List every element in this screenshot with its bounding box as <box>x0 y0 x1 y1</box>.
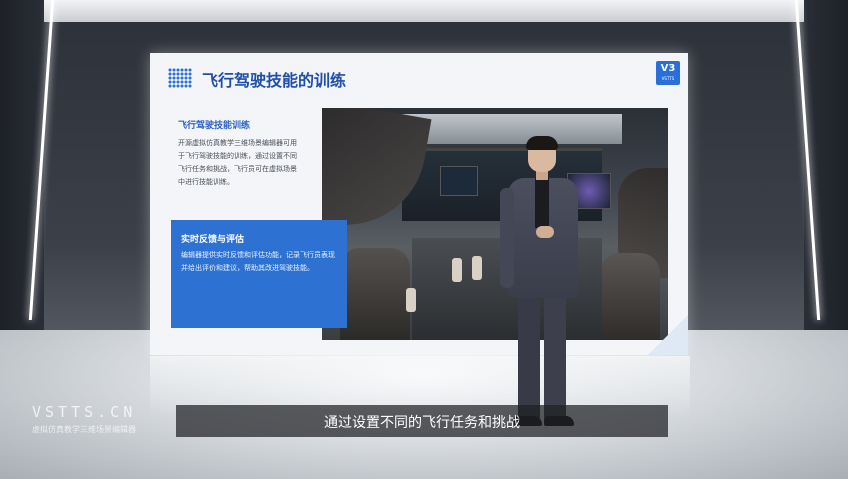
presenter-hair <box>526 136 558 150</box>
logo-mark: V3 <box>660 63 676 74</box>
section-body-skill-training: 开源虚拟仿真教学三维场景编辑器可用于飞行驾驶技能的训练，通过设置不同飞行任务和挑… <box>178 139 297 186</box>
presenter-leg-right <box>544 293 566 418</box>
slide-title: 飞行驾驶技能的训练 <box>202 71 347 90</box>
studio-left-wall <box>0 0 44 340</box>
instrument-display-left <box>440 166 478 196</box>
section-title-skill-training: 飞行驾驶技能训练 <box>178 121 251 131</box>
presenter-leg-left <box>518 293 540 418</box>
logo-text: VSTTS <box>661 76 675 81</box>
virtual-presenter <box>500 136 586 438</box>
pilot-seat-left <box>340 248 410 340</box>
presenter-shirt <box>535 178 549 228</box>
section-body-feedback: 编辑器提供实时反馈和评估功能，记录飞行员表现并给出评价和建议，帮助其改进驾驶技能… <box>181 251 335 272</box>
watermark-brand: VSTTS.CN <box>32 403 137 421</box>
subtitle-bar: 通过设置不同的飞行任务和挑战 <box>176 405 668 437</box>
throttle-lever <box>472 256 482 280</box>
presenter-hand <box>536 226 554 238</box>
dot-grid-icon <box>168 68 192 88</box>
presenter-arm <box>500 188 514 288</box>
presentation-slide: 飞行驾驶技能的训练 V3 VSTTS 飞行驾驶技能训练 开源虚拟仿真教学三维场景… <box>150 53 688 355</box>
subtitle-text: 通过设置不同的飞行任务和挑战 <box>324 415 520 431</box>
vstts-logo: V3 VSTTS <box>656 61 680 85</box>
cockpit-photo <box>322 108 668 340</box>
studio-right-wall <box>804 0 848 340</box>
section-title-feedback: 实时反馈与评估 <box>181 235 245 245</box>
corner-decoration <box>648 315 688 355</box>
watermark-tagline: 虚拟仿真教学三维场景编辑器 <box>32 425 136 434</box>
throttle-lever <box>452 258 462 282</box>
feedback-card: 实时反馈与评估 编辑器提供实时反馈和评估功能，记录飞行员表现并给出评价和建议，帮… <box>171 220 347 328</box>
control-knob <box>406 288 416 312</box>
virtual-studio: 飞行驾驶技能的训练 V3 VSTTS 飞行驾驶技能训练 开源虚拟仿真教学三维场景… <box>0 0 848 479</box>
studio-ceiling <box>0 0 848 22</box>
